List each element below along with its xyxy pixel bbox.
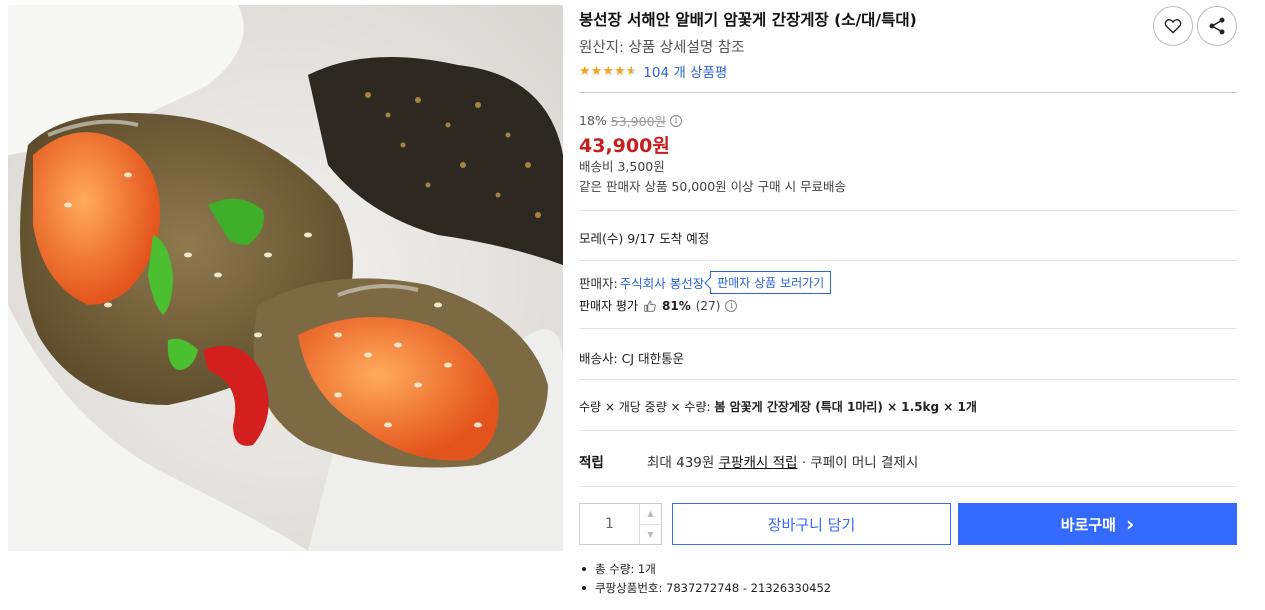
coupang-cash-link[interactable]: 쿠팡캐시 적립 — [719, 455, 798, 471]
buy-now-label: 바로구매 — [1060, 515, 1116, 534]
option-value: 봄 암꽃게 간장게장 (특대 1마리) × 1.5kg × 1개 — [714, 400, 977, 414]
share-button[interactable] — [1197, 6, 1237, 46]
divider — [579, 210, 1237, 211]
seller-rating-percent: 81% — [662, 298, 691, 313]
free-shipping-note: 같은 판매자 상품 50,000원 이상 구매 시 무료배송 — [579, 179, 847, 194]
add-to-cart-button[interactable]: 장바구니 담기 — [672, 503, 951, 545]
product-rating[interactable]: ★ ★ ★ ★ ★ 104 개 상품평 — [579, 61, 727, 82]
rating-stars: ★ ★ ★ ★ ★ — [579, 65, 637, 78]
option-prefix: 수량 × 개당 중량 × 수량: — [579, 400, 715, 414]
half-star-icon: ★ — [625, 63, 638, 79]
product-page: 봉선장 서해안 알배기 암꽃게 간장게장 (소/대/특대) 원산지: 상품 상세… — [0, 0, 1265, 610]
seller-rating-row: 판매자 평가 81% (27) i — [579, 297, 738, 314]
carrier-info: 배송사: CJ 대한통운 — [579, 351, 685, 366]
seller-rating-label: 판매자 평가 — [579, 299, 639, 313]
buy-now-button[interactable]: 바로구매 › — [958, 503, 1237, 545]
discount-rate: 18% — [579, 113, 607, 128]
seller-rating-count: (27) — [695, 298, 721, 313]
star-icon: ★ — [579, 63, 591, 79]
divider — [579, 379, 1237, 380]
thumbs-up-icon — [644, 300, 656, 312]
original-price: 53,900원 — [610, 114, 667, 129]
list-item: 총 수량: 1개 — [579, 561, 831, 580]
wishlist-button[interactable] — [1153, 6, 1193, 46]
seller-name-link[interactable]: 주식회사 봉선장 — [620, 273, 704, 292]
seller-row: 판매자: 주식회사 봉선장 판매자 상품 보러가기 — [579, 271, 832, 294]
star-icon: ★ — [613, 63, 626, 79]
list-item: 쿠팡상품번호: 7837272748 - 21326330452 — [579, 580, 831, 599]
divider — [579, 486, 1237, 487]
seller-label: 판매자: — [579, 276, 618, 291]
selected-option: 수량 × 개당 중량 × 수량: 봄 암꽃게 간장게장 (특대 1마리) × 1… — [579, 398, 977, 415]
star-icon: ★ — [602, 63, 614, 79]
info-icon[interactable]: i — [670, 114, 683, 127]
divider — [579, 260, 1237, 261]
reward-amount: 최대 439원 쿠팡캐시 적립 · 쿠페이 머니 결제시 — [647, 451, 918, 471]
product-title: 봉선장 서해안 알배기 암꽃게 간장게장 (소/대/특대) — [579, 11, 917, 29]
quantity-stepper[interactable]: 1 ▲ ▼ — [579, 503, 662, 545]
discount-row: 18% 53,900원 i — [579, 111, 683, 130]
sale-price: 43,900원 — [579, 135, 670, 157]
shipping-fee: 배송비 3,500원 — [579, 159, 665, 174]
share-icon — [1209, 17, 1225, 35]
info-icon[interactable]: i — [725, 299, 738, 312]
increment-icon[interactable]: ▲ — [640, 504, 661, 524]
divider — [579, 328, 1237, 329]
reward-row: 적립 최대 439원 쿠팡캐시 적립 · 쿠페이 머니 결제시 — [579, 451, 918, 471]
divider — [579, 430, 1237, 431]
reward-suffix: · 쿠페이 머니 결제시 — [797, 455, 919, 471]
star-icon: ★ — [590, 63, 603, 79]
origin-text: 원산지: 상품 상세설명 참조 — [579, 40, 745, 56]
heart-icon — [1164, 19, 1182, 34]
reward-label: 적립 — [579, 455, 604, 471]
divider — [579, 92, 1237, 93]
crab-food-photo — [8, 5, 563, 551]
quantity-steps: ▲ ▼ — [639, 504, 661, 544]
review-count-link[interactable]: 104 개 상품평 — [643, 61, 727, 81]
detail-list: 총 수량: 1개 쿠팡상품번호: 7837272748 - 2132633045… — [579, 561, 831, 599]
decrement-icon[interactable]: ▼ — [640, 523, 661, 545]
product-image[interactable] — [8, 5, 563, 551]
quantity-input[interactable]: 1 — [580, 504, 639, 544]
reward-amount-text: 최대 439원 — [647, 455, 719, 471]
arrival-estimate: 모레(수) 9/17 도착 예정 — [579, 231, 710, 246]
chevron-right-icon: › — [1125, 512, 1135, 536]
seller-products-button[interactable]: 판매자 상품 보러가기 — [710, 271, 832, 294]
